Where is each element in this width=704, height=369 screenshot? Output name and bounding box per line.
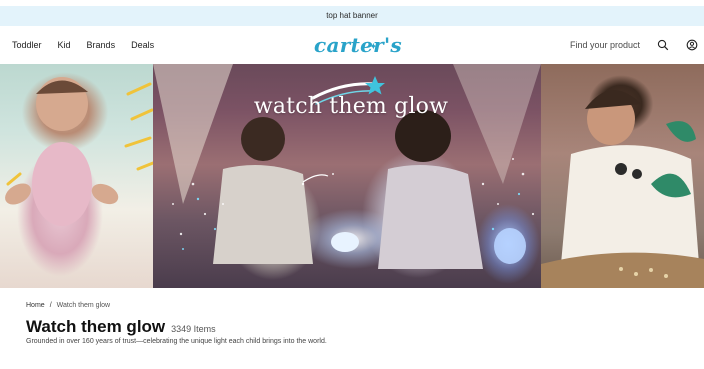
page-description: Grounded in over 160 years of trust—cele… <box>26 338 327 345</box>
breadcrumb-home[interactable]: Home <box>26 302 45 309</box>
hero-image-toddler <box>0 64 153 288</box>
page-title: Watch them glow <box>26 317 166 336</box>
title-row: Watch them glow 3349 Items <box>26 317 216 337</box>
breadcrumb: Home / Watch them glow <box>26 302 110 309</box>
search-input[interactable] <box>570 40 652 50</box>
breadcrumb-separator: / <box>49 302 52 309</box>
hero-banner[interactable]: watch them glow <box>0 64 704 288</box>
search-bar <box>570 26 652 64</box>
main-nav: Toddler Kid Brands Deals carter's ✦ <box>0 26 704 64</box>
nav-link-deals[interactable]: Deals <box>131 40 154 50</box>
account-icon[interactable] <box>686 38 700 52</box>
logo-text: carter's <box>314 33 402 57</box>
hero-image-dino <box>541 64 704 288</box>
item-count: 3349 Items <box>171 324 216 334</box>
search-icon[interactable] <box>657 38 671 52</box>
banner-text: top hat banner <box>326 11 378 20</box>
logo-star-icon: ✦ <box>370 41 378 51</box>
breadcrumb-current: Watch them glow <box>56 302 111 309</box>
nav-link-brands[interactable]: Brands <box>87 40 116 50</box>
hero-headline: watch them glow <box>253 94 449 119</box>
nav-link-kid[interactable]: Kid <box>58 40 71 50</box>
star-icon <box>365 76 385 95</box>
brand-logo[interactable]: carter's ✦ <box>314 32 402 58</box>
top-hat-banner[interactable]: top hat banner <box>0 6 704 26</box>
nav-link-toddler[interactable]: Toddler <box>12 40 42 50</box>
nav-links: Toddler Kid Brands Deals <box>12 26 154 64</box>
